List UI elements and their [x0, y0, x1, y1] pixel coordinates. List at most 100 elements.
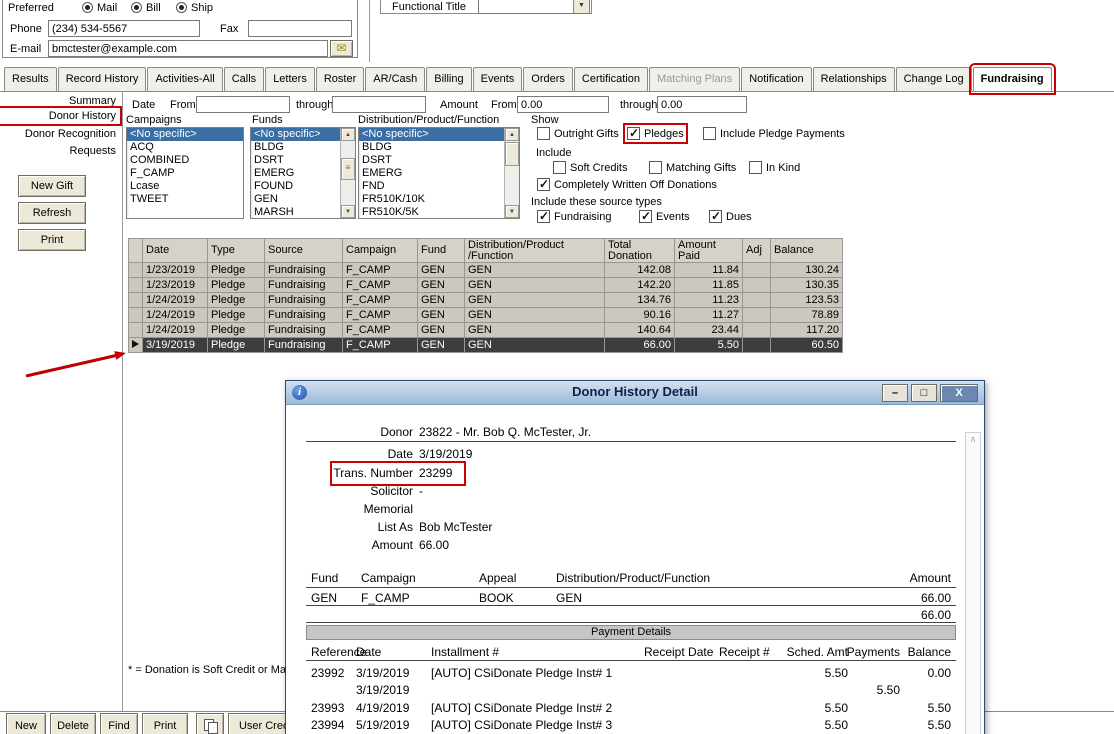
new-gift-button[interactable]: New Gift	[18, 175, 86, 197]
campaigns-option[interactable]: COMBINED	[127, 154, 243, 167]
scroll-up-icon[interactable]: ▲	[505, 128, 519, 141]
campaigns-option[interactable]: TWEET	[127, 193, 243, 206]
col-header-fund[interactable]: Fund	[418, 239, 465, 263]
maximize-button[interactable]: □	[911, 384, 937, 402]
dialog-titlebar[interactable]: i Donor History Detail – □ X	[286, 381, 984, 405]
fax-input[interactable]	[248, 20, 352, 37]
tab-certification[interactable]: Certification	[574, 67, 648, 91]
email-input[interactable]	[48, 40, 328, 57]
tab-fundraising[interactable]: Fundraising	[973, 67, 1052, 91]
table-row[interactable]: 1/24/2019 Pledge Fundraising F_CAMP GEN …	[129, 308, 843, 323]
amount-through-input[interactable]	[657, 96, 747, 113]
table-row[interactable]: 1/24/2019 Pledge Fundraising F_CAMP GEN …	[129, 293, 843, 308]
soft-credits-checkbox[interactable]	[553, 161, 566, 174]
tab-relationships[interactable]: Relationships	[813, 67, 895, 91]
scrollbar-thumb[interactable]	[505, 142, 519, 166]
distribution-option[interactable]: FR510K/10K	[359, 193, 519, 206]
dues-checkbox[interactable]	[709, 210, 722, 223]
include-pledge-payments-checkbox[interactable]	[703, 127, 716, 140]
sidebar-item-donor-recognition[interactable]: Donor Recognition	[2, 128, 118, 140]
donor-history-detail-dialog: i Donor History Detail – □ X Donor 23822…	[285, 380, 985, 734]
field-label: Memorial	[303, 502, 413, 516]
fundraising-checkbox[interactable]	[537, 210, 550, 223]
minimize-button[interactable]: –	[882, 384, 908, 402]
distribution-option[interactable]: EMERG	[359, 167, 519, 180]
date-through-input[interactable]	[332, 96, 426, 113]
distribution-option[interactable]: FR510K/5K	[359, 206, 519, 219]
copy-button[interactable]	[196, 713, 224, 734]
close-button[interactable]: X	[940, 384, 978, 402]
print-button[interactable]: Print	[18, 229, 86, 251]
funds-scrollbar[interactable]: ▲ ≡ ▼	[340, 128, 355, 218]
checkbox-label: Matching Gifts	[666, 162, 736, 174]
col-header-adj[interactable]: Adj	[743, 239, 771, 263]
preferred-bill-radio[interactable]: Bill	[131, 2, 161, 14]
pledges-checkbox[interactable]	[627, 127, 640, 140]
tab-events[interactable]: Events	[473, 67, 523, 91]
table-row-selected[interactable]: 3/19/2019 Pledge Fundraising F_CAMP GEN …	[129, 338, 843, 353]
in-kind-checkbox[interactable]	[749, 161, 762, 174]
grid-cell	[743, 263, 771, 278]
scrollbar-thumb[interactable]: ≡	[341, 158, 355, 180]
send-email-button[interactable]: ✉	[330, 40, 353, 57]
refresh-button[interactable]: Refresh	[18, 202, 86, 224]
preferred-mail-radio[interactable]: Mail	[82, 2, 117, 14]
col-header-amount-paid[interactable]: Amount Paid	[675, 239, 743, 263]
scroll-down-icon[interactable]: ▼	[341, 205, 355, 218]
written-off-checkbox[interactable]	[537, 178, 550, 191]
matching-gifts-checkbox[interactable]	[649, 161, 662, 174]
field-value: -	[419, 484, 423, 498]
campaigns-option[interactable]: ACQ	[127, 141, 243, 154]
tab-orders[interactable]: Orders	[523, 67, 573, 91]
outright-gifts-checkbox[interactable]	[537, 127, 550, 140]
distribution-option[interactable]: <No specific>	[359, 128, 519, 141]
grid-cell: GEN	[465, 323, 605, 338]
sidebar-item-summary[interactable]: Summary	[2, 95, 118, 107]
distribution-option[interactable]: FND	[359, 180, 519, 193]
col-header-date[interactable]: Date	[143, 239, 208, 263]
distribution-scrollbar[interactable]: ▲ ▼	[504, 128, 519, 218]
delete-button[interactable]: Delete	[50, 713, 96, 734]
preferred-ship-radio[interactable]: Ship	[176, 2, 213, 14]
campaigns-option[interactable]: <No specific>	[127, 128, 243, 141]
print-toolbar-button[interactable]: Print	[142, 713, 188, 734]
tab-activities-all[interactable]: Activities-All	[147, 67, 222, 91]
col-header-campaign[interactable]: Campaign	[343, 239, 418, 263]
scroll-up-icon[interactable]: ▲	[341, 128, 355, 141]
col-header-source[interactable]: Source	[265, 239, 343, 263]
tab-ar-cash[interactable]: AR/Cash	[365, 67, 425, 91]
col-header-type[interactable]: Type	[208, 239, 265, 263]
distribution-option[interactable]: BLDG	[359, 141, 519, 154]
amount-from-input[interactable]	[517, 96, 609, 113]
events-checkbox[interactable]	[639, 210, 652, 223]
annotation-arrow	[20, 342, 132, 382]
dialog-scrollbar[interactable]: ∧	[965, 432, 981, 734]
table-row[interactable]: 1/24/2019 Pledge Fundraising F_CAMP GEN …	[129, 323, 843, 338]
date-from-input[interactable]	[196, 96, 290, 113]
distribution-option[interactable]: DSRT	[359, 154, 519, 167]
new-button[interactable]: New	[6, 713, 46, 734]
table-row[interactable]: 1/23/2019 Pledge Fundraising F_CAMP GEN …	[129, 278, 843, 293]
table-row[interactable]: 1/23/2019 Pledge Fundraising F_CAMP GEN …	[129, 263, 843, 278]
sidebar-item-requests[interactable]: Requests	[2, 145, 118, 157]
functional-title-combo[interactable]: ▼	[478, 0, 590, 14]
scroll-up-icon[interactable]: ∧	[966, 434, 980, 445]
campaigns-option[interactable]: F_CAMP	[127, 167, 243, 180]
tab-calls[interactable]: Calls	[224, 67, 264, 91]
radio-icon	[131, 2, 142, 13]
campaigns-option[interactable]: Lcase	[127, 180, 243, 193]
tab-letters[interactable]: Letters	[265, 67, 315, 91]
col-header-total-donation[interactable]: Total Donation	[605, 239, 675, 263]
tab-roster[interactable]: Roster	[316, 67, 364, 91]
tab-billing[interactable]: Billing	[426, 67, 471, 91]
tab-results[interactable]: Results	[4, 67, 57, 91]
phone-input[interactable]	[48, 20, 200, 37]
col-header-balance[interactable]: Balance	[771, 239, 843, 263]
scroll-down-icon[interactable]: ▼	[505, 205, 519, 218]
tab-record-history[interactable]: Record History	[58, 67, 147, 91]
sidebar-item-donor-history[interactable]: Donor History	[2, 110, 118, 122]
find-button[interactable]: Find	[100, 713, 138, 734]
col-header-distribution[interactable]: Distribution/Product /Function	[465, 239, 605, 263]
tab-notification[interactable]: Notification	[741, 67, 811, 91]
tab-change-log[interactable]: Change Log	[896, 67, 972, 91]
